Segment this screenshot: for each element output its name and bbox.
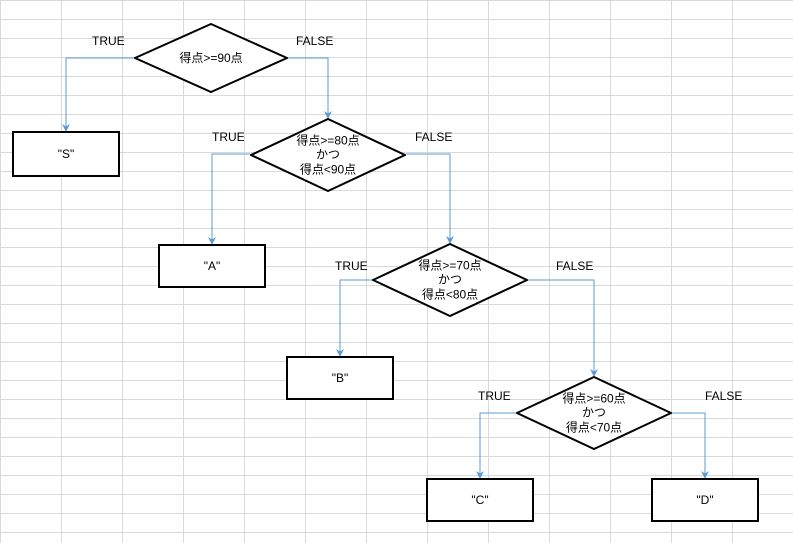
decision-3-false-label: FALSE xyxy=(556,259,593,273)
decision-3: 得点>=70点 かつ 得点<80点 xyxy=(372,243,528,317)
result-c-label: "C" xyxy=(471,493,488,507)
result-d-box: "D" xyxy=(651,478,759,522)
decision-4: 得点>=60点 かつ 得点<70点 xyxy=(516,376,672,450)
result-c-box: "C" xyxy=(426,478,534,522)
result-s-label: "S" xyxy=(58,147,75,161)
decision-2: 得点>=80点 かつ 得点<90点 xyxy=(250,118,406,192)
decision-3-true-label: TRUE xyxy=(335,259,368,273)
decision-1-false-label: FALSE xyxy=(296,34,333,48)
result-a-label: "A" xyxy=(204,259,221,273)
result-s-box: "S" xyxy=(12,131,120,177)
result-a-box: "A" xyxy=(158,244,266,288)
result-b-box: "B" xyxy=(286,356,394,400)
decision-4-false-label: FALSE xyxy=(705,389,742,403)
decision-1: 得点>=90点 xyxy=(134,23,288,93)
result-b-label: "B" xyxy=(332,371,349,385)
result-d-label: "D" xyxy=(696,493,713,507)
decision-1-true-label: TRUE xyxy=(92,34,125,48)
decision-2-false-label: FALSE xyxy=(415,130,452,144)
decision-4-true-label: TRUE xyxy=(478,389,511,403)
flowchart-canvas: 得点>=90点 TRUE FALSE "S" 得点>=80点 かつ 得点<90点… xyxy=(0,0,793,543)
decision-2-true-label: TRUE xyxy=(212,130,245,144)
